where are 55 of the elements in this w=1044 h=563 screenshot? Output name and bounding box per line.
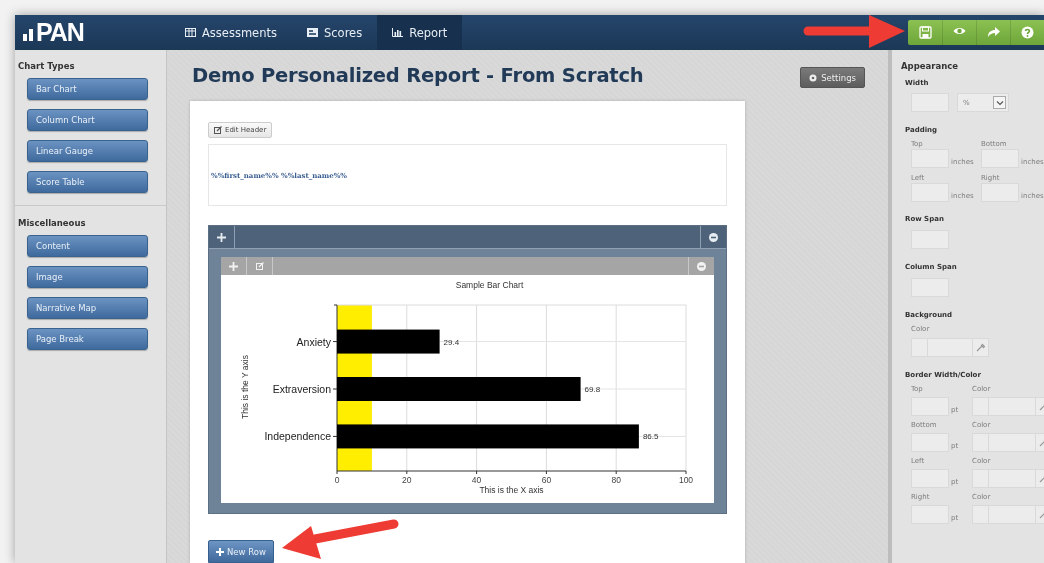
tick-label: 40 <box>471 475 482 485</box>
edit-icon <box>255 262 264 270</box>
tick-label: 100 <box>678 475 694 485</box>
tick-label: 0 <box>334 475 340 485</box>
nav-tab[interactable]: Scores <box>292 15 378 50</box>
data-label: 86.5 <box>642 432 659 442</box>
nav-tab[interactable]: Report <box>377 15 463 50</box>
chevron-down-icon <box>995 99 1004 106</box>
eyedropper-icon <box>976 343 985 352</box>
share-arrow-icon <box>987 26 1000 39</box>
color-field[interactable] <box>972 469 1044 488</box>
sidebar-button[interactable]: Page Break <box>27 328 148 350</box>
category-label: Independence <box>264 430 331 443</box>
chart-title: Sample Bar Chart <box>455 280 524 290</box>
save-icon <box>918 26 932 39</box>
sidebar-button[interactable]: Score Table <box>27 171 148 193</box>
sidebar-button[interactable]: Narrative Map <box>27 297 148 319</box>
edit-icon <box>214 126 222 134</box>
data-label: 29.4 <box>443 337 460 347</box>
settings-button[interactable]: Settings <box>800 67 865 88</box>
axis-title: This is the X axis <box>479 485 544 495</box>
sidebar-button[interactable]: Column Chart <box>27 109 148 131</box>
tick-label: 20 <box>402 475 412 485</box>
axis-title: This is the Y axis <box>240 355 250 419</box>
plus-icon <box>216 547 224 556</box>
table-icon <box>185 28 196 37</box>
card-icon <box>307 28 318 37</box>
color-field[interactable] <box>911 338 989 357</box>
move-icon <box>229 261 238 271</box>
bar-chart-icon <box>392 28 404 37</box>
color-field[interactable] <box>972 397 1044 416</box>
data-label: 69.8 <box>584 385 601 394</box>
category-label: Extraversion <box>272 383 331 395</box>
tick-label: 80 <box>611 475 621 485</box>
section-heading: Miscellaneous <box>18 218 86 228</box>
section-heading: Chart Types <box>18 61 75 71</box>
page-title: Demo Personalized Report - From Scratch <box>192 64 644 87</box>
minus-circle-icon <box>697 261 706 271</box>
nav-tab[interactable]: Assessments <box>170 15 292 50</box>
new-row-button[interactable]: New Row <box>208 540 274 563</box>
panel-heading: Appearance <box>901 61 959 71</box>
dropdown-toggle[interactable] <box>993 96 1006 109</box>
logo-text: PAN <box>36 18 84 47</box>
sidebar-button[interactable]: Image <box>27 266 148 288</box>
minus-circle-icon <box>709 232 718 242</box>
sidebar-button[interactable]: Bar Chart <box>27 78 148 100</box>
tick-label: 60 <box>541 475 552 485</box>
category-label: Anxiety <box>296 335 331 348</box>
sidebar-button[interactable]: Content <box>27 235 148 257</box>
color-field[interactable] <box>972 433 1044 452</box>
move-icon <box>217 232 226 242</box>
gear-icon <box>809 73 818 82</box>
help-icon <box>1021 26 1034 39</box>
color-field[interactable] <box>972 505 1044 524</box>
sidebar-button[interactable]: Linear Gauge <box>27 140 148 162</box>
